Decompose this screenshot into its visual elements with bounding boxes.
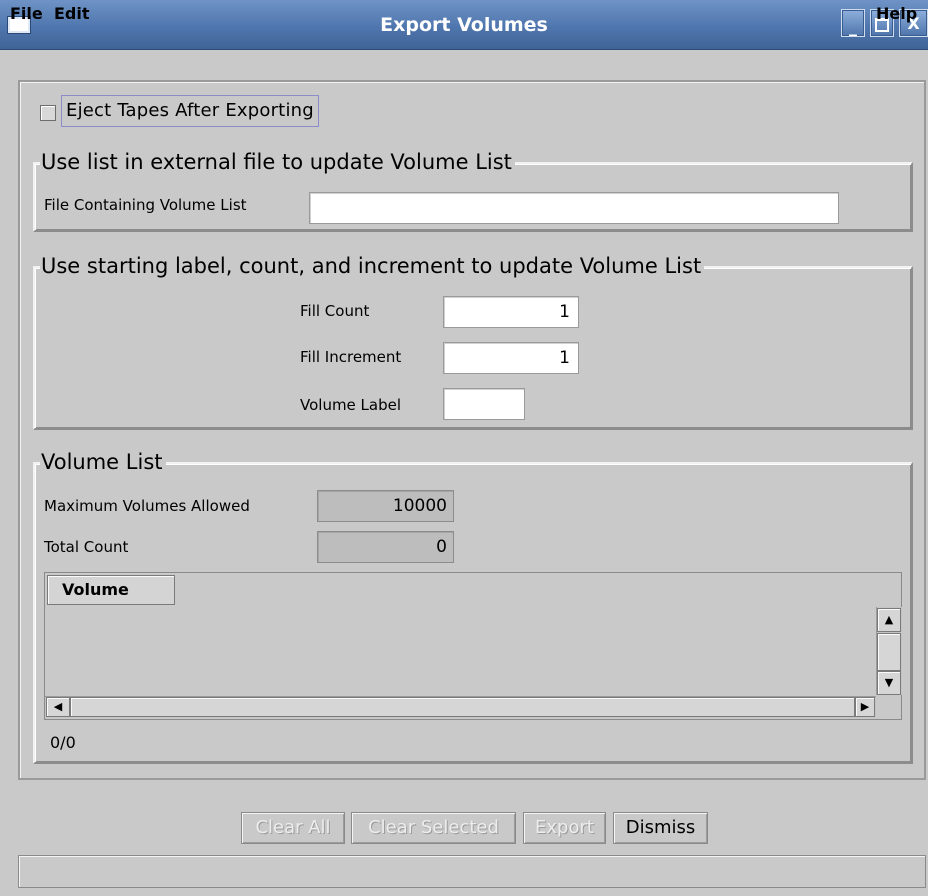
fill-count-label: Fill Count (300, 302, 370, 320)
export-button[interactable]: Export (523, 812, 606, 844)
minimize-icon: _ (849, 17, 857, 36)
max-volumes-field: 10000 (317, 490, 454, 522)
file-containing-volume-list-input[interactable] (309, 192, 839, 224)
total-count-label: Total Count (44, 538, 129, 556)
total-count-field: 0 (317, 531, 454, 563)
arrow-up-icon[interactable]: ▲ (877, 608, 901, 632)
volume-label-label: Volume Label (300, 396, 402, 414)
fill-increment-input[interactable]: 1 (443, 342, 579, 374)
window-title: Export Volumes (380, 14, 548, 36)
menu-edit[interactable]: Edit (54, 0, 90, 28)
external-file-group-title: Use list in external file to update Volu… (40, 149, 515, 175)
file-containing-volume-list-label: File Containing Volume List (44, 196, 247, 214)
volume-list-group-title: Volume List (40, 449, 166, 475)
menu-bar (0, 50, 928, 78)
minimize-button[interactable]: _ (841, 9, 865, 37)
starting-label-group-title: Use starting label, count, and increment… (40, 253, 705, 279)
eject-tapes-label[interactable]: Eject Tapes After Exporting (61, 95, 319, 127)
menu-file[interactable]: File (10, 0, 43, 28)
fill-count-input[interactable]: 1 (443, 296, 579, 328)
arrow-right-icon[interactable]: ▶ (855, 697, 875, 717)
vertical-scroll-thumb[interactable] (877, 633, 901, 671)
menu-help[interactable]: Help (876, 0, 917, 28)
volume-label-input[interactable] (443, 388, 525, 420)
volume-column-header[interactable]: Volume (47, 575, 175, 605)
dismiss-button[interactable]: Dismiss (613, 812, 708, 844)
horizontal-scroll-thumb[interactable] (70, 697, 855, 717)
max-volumes-label: Maximum Volumes Allowed (44, 497, 250, 515)
selection-count: 0/0 (50, 733, 76, 752)
status-bar (18, 855, 926, 888)
clear-all-button[interactable]: Clear All (241, 812, 345, 844)
eject-tapes-checkbox[interactable] (40, 105, 56, 121)
clear-selected-button[interactable]: Clear Selected (351, 812, 516, 844)
fill-increment-label: Fill Increment (300, 348, 402, 366)
arrow-left-icon[interactable]: ◀ (46, 697, 70, 717)
arrow-down-icon[interactable]: ▼ (877, 671, 901, 695)
